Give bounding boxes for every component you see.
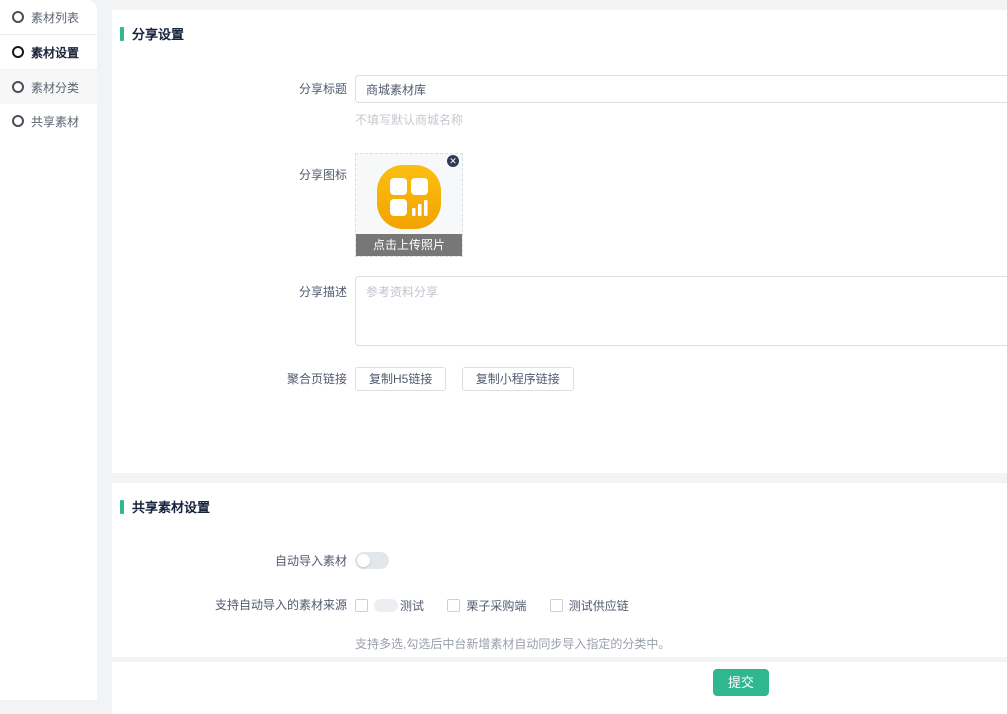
section-accent-bar [120,500,124,514]
auto-import-toggle[interactable] [355,552,389,569]
auto-import-row: 自动导入素材 [112,552,1007,570]
import-sources-label: 支持自动导入的素材来源 [112,597,355,615]
sidebar-item-shared-material[interactable]: 共享素材 [0,104,97,138]
share-icon-label: 分享图标 [112,153,355,257]
checkbox-icon [550,599,563,612]
sidebar-item-label: 素材分类 [31,79,79,96]
sidebar-item-material-settings[interactable]: 素材设置 [0,35,97,70]
sidebar-item-label: 素材设置 [31,44,79,61]
upload-overlay-label: 点击上传照片 [356,234,462,256]
auto-import-label: 自动导入素材 [112,552,355,570]
share-settings-card: 分享设置 分享标题 不填写默认商城名称 分享图标 [112,10,1007,473]
aggregate-links-row: 聚合页链接 复制H5链接 复制小程序链接 [112,367,1007,391]
close-icon[interactable]: ✕ [447,155,459,167]
share-title-label: 分享标题 [112,75,355,103]
copy-h5-link-button[interactable]: 复制H5链接 [355,367,446,391]
section-accent-bar [120,27,124,41]
section-title: 共享素材设置 [132,497,210,516]
share-title-input[interactable] [355,75,1007,103]
redacted-text [374,599,398,612]
sidebar: 素材列表 素材设置 素材分类 共享素材 [0,0,97,700]
icon-upload-box[interactable]: 点击上传照片 ✕ [355,153,463,257]
circle-icon [12,115,24,127]
submit-button[interactable]: 提交 [713,669,769,696]
circle-icon [12,11,24,23]
circle-icon [12,81,24,93]
sidebar-item-label: 素材列表 [31,9,79,26]
checkbox-icon [355,599,368,612]
sidebar-item-material-category[interactable]: 素材分类 [0,70,97,104]
sidebar-item-material-list[interactable]: 素材列表 [0,0,97,35]
share-desc-label: 分享描述 [112,276,355,349]
aggregate-links-label: 聚合页链接 [112,367,355,391]
import-sources-hint: 支持多选,勾选后中台新增素材自动同步导入指定的分类中。 [355,635,1007,652]
source-checkbox-lizi-procurement[interactable]: 栗子采购端 [447,597,526,614]
checkbox-icon [447,599,460,612]
share-title-helper: 不填写默认商城名称 [355,111,1007,128]
source-checkbox-test-supply-chain[interactable]: 测试供应链 [550,597,629,614]
section-header-share: 分享设置 [112,24,1007,43]
share-title-row: 分享标题 [112,75,1007,103]
circle-icon [12,46,24,58]
submit-bar: 提交 [112,662,1007,714]
grid-chart-icon [376,164,442,230]
share-desc-textarea[interactable] [355,276,1007,346]
share-desc-row: 分享描述 [112,276,1007,349]
copy-miniprogram-link-button[interactable]: 复制小程序链接 [462,367,574,391]
checkbox-label: 测试 [400,597,424,614]
checkbox-label: 栗子采购端 [466,597,526,614]
sidebar-item-label: 共享素材 [31,113,79,130]
share-icon-row: 分享图标 [112,153,1007,257]
section-header-shared-material: 共享素材设置 [112,497,1007,516]
toggle-knob-icon [357,554,370,567]
main-content: 分享设置 分享标题 不填写默认商城名称 分享图标 [112,0,1007,714]
import-sources-row: 支持自动导入的素材来源 测试 栗子采购端 测试供应链 [112,597,1007,615]
source-checkbox-test[interactable]: 测试 [355,597,424,614]
shared-material-settings-card: 共享素材设置 自动导入素材 支持自动导入的素材来源 测试 栗子采购端 [112,483,1007,657]
checkbox-label: 测试供应链 [569,597,629,614]
section-title: 分享设置 [132,24,184,43]
